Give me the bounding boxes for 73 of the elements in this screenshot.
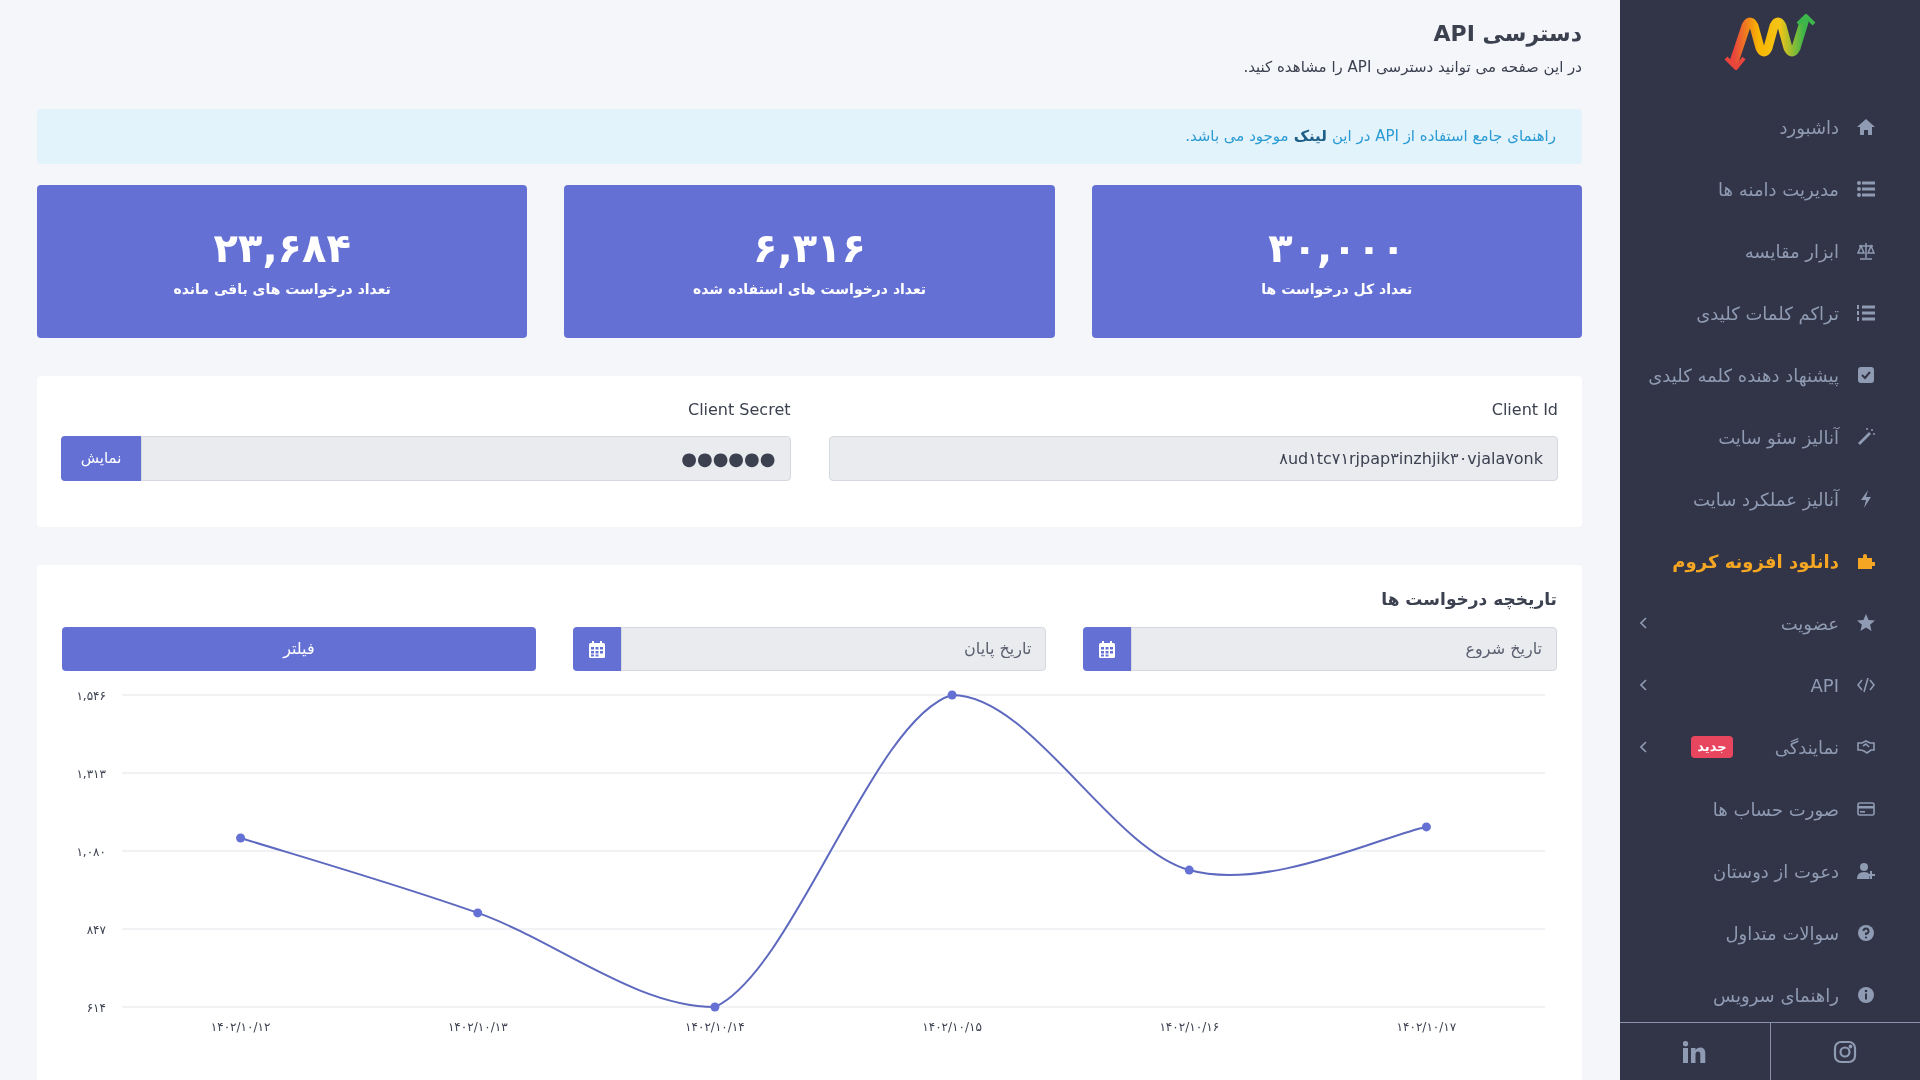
- x-tick-label: ۱۴۰۲/۱۰/۱۵: [922, 1020, 982, 1034]
- info-icon: [1857, 986, 1875, 1004]
- sidebar-item[interactable]: API: [1620, 654, 1920, 716]
- x-tick-label: ۱۴۰۲/۱۰/۱۲: [210, 1020, 271, 1034]
- code-icon: [1857, 676, 1875, 694]
- sidebar-item[interactable]: آنالیز عملکرد سایت: [1620, 468, 1920, 530]
- scale-icon: [1857, 242, 1875, 260]
- y-tick-label: ۱,۳۱۳: [76, 767, 106, 781]
- sidebar-item[interactable]: ابزار مقایسه: [1620, 220, 1920, 282]
- data-point: [1184, 865, 1194, 875]
- y-tick-label: ۱,۵۴۶: [76, 689, 106, 703]
- field-label: Client Secret: [686, 399, 791, 421]
- x-tick-label: ۱۴۰۲/۱۰/۱۳: [447, 1020, 508, 1034]
- star-icon: [1857, 614, 1875, 632]
- data-point: [1421, 822, 1431, 832]
- sidebar-item[interactable]: عضویت: [1620, 592, 1920, 654]
- stat-label: تعداد درخواست های باقی مانده: [173, 280, 391, 300]
- calendar-button[interactable]: [1083, 627, 1132, 671]
- add-user-icon: [1857, 862, 1875, 880]
- numbered-list-icon: [1857, 304, 1875, 322]
- x-tick-label: ۱۴۰۲/۱۰/۱۴: [685, 1020, 745, 1034]
- instagram-icon[interactable]: [1833, 1039, 1858, 1064]
- sidebar-item[interactable]: سوالات متداول: [1620, 902, 1920, 964]
- page-title: دسترسی API: [1432, 20, 1582, 49]
- guide-link[interactable]: لینک: [1293, 125, 1327, 148]
- magic-wand-icon: [1857, 428, 1875, 446]
- list-icon: [1857, 180, 1875, 198]
- sidebar-item[interactable]: داشبورد: [1620, 96, 1920, 158]
- question-icon: [1857, 924, 1875, 942]
- data-point: [710, 1002, 720, 1012]
- data-point: [947, 690, 957, 700]
- field-label: Client Id: [1490, 399, 1558, 421]
- section-title: تاریخچه درخواست ها: [1380, 588, 1557, 612]
- show-button[interactable]: نمایش: [61, 436, 141, 481]
- sidebar-item[interactable]: راهنمای سرویس: [1620, 964, 1920, 1022]
- end-date-field[interactable]: تاریخ پایان: [620, 627, 1047, 671]
- stat-value: ۲۳,۶۸۴: [213, 224, 351, 273]
- calendar-icon: [1099, 640, 1116, 658]
- x-tick-label: ۱۴۰۲/۱۰/۱۷: [1396, 1020, 1457, 1034]
- sidebar-item[interactable]: صورت حساب ها: [1620, 778, 1920, 840]
- sidebar-item[interactable]: دانلود افزونه کروم: [1620, 530, 1920, 592]
- sidebar-item[interactable]: نمایندگی جدید: [1620, 716, 1920, 778]
- client-id-field[interactable]: ۸ud۱tc۷۱rjpap۳inzhjik۳۰vjala۷onk: [828, 436, 1558, 481]
- alert-text: راهنمای جامع استفاده از API در این: [1331, 126, 1556, 148]
- y-tick-label: ۱,۰۸۰: [76, 845, 106, 859]
- filter-button[interactable]: فیلتر: [62, 627, 536, 671]
- x-tick-label: ۱۴۰۲/۱۰/۱۶: [1159, 1020, 1220, 1034]
- stat-value: ۶,۳۱۶: [753, 224, 866, 273]
- stat-label: تعداد درخواست های استفاده شده: [692, 280, 927, 300]
- y-tick-label: ۶۱۴: [86, 1001, 106, 1015]
- data-point: [473, 908, 483, 918]
- stat-value: ۳۰,۰۰۰: [1268, 224, 1406, 273]
- sidebar-item[interactable]: آنالیز سئو سایت: [1620, 406, 1920, 468]
- credit-card-icon: [1857, 800, 1875, 818]
- y-tick-label: ۸۴۷: [86, 923, 106, 937]
- home-icon: [1857, 118, 1875, 136]
- client-secret-field[interactable]: ●●●●●●: [141, 436, 791, 481]
- sidebar-item[interactable]: دعوت از دوستان: [1620, 840, 1920, 902]
- start-date-field[interactable]: تاریخ شروع: [1131, 627, 1557, 671]
- linkedin-icon[interactable]: [1682, 1040, 1707, 1063]
- data-point: [236, 833, 246, 843]
- handshake-icon: [1857, 738, 1875, 756]
- sidebar-item[interactable]: مدیریت دامنه ها: [1620, 158, 1920, 220]
- calendar-button[interactable]: [572, 627, 621, 671]
- new-badge: جدید: [1691, 736, 1733, 758]
- sidebar-item[interactable]: تراکم کلمات کلیدی: [1620, 282, 1920, 344]
- stat-label: تعداد کل درخواست ها: [1261, 280, 1413, 300]
- checkbox-icon: [1857, 366, 1875, 384]
- puzzle-icon: [1857, 552, 1875, 570]
- page-subtitle: در این صفحه می توانید دسترسی API را مشاهده کنید.: [1242, 57, 1582, 78]
- alert-text: موجود می باشد.: [1185, 126, 1289, 148]
- calendar-icon: [588, 640, 605, 658]
- sidebar-item[interactable]: پیشنهاد دهنده کلمه کلیدی: [1620, 344, 1920, 406]
